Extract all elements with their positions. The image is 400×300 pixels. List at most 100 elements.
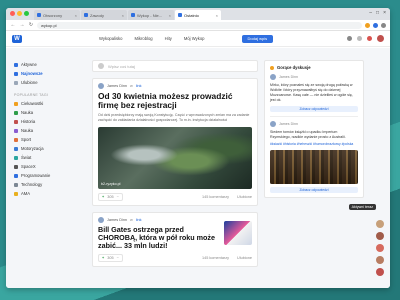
close-icon[interactable]: ×: [122, 13, 124, 18]
divider: [270, 116, 358, 118]
sidebar-tag[interactable]: SpaceX: [6, 162, 60, 171]
sidebar-tag[interactable]: Programowanie: [6, 171, 60, 180]
author-name[interactable]: James Dinn: [107, 84, 127, 88]
comments-link[interactable]: 145 komentarzy: [202, 256, 229, 260]
avatar[interactable]: [270, 121, 276, 128]
sidebar-item-newest[interactable]: Najnowsze: [6, 69, 60, 78]
nav-item[interactable]: Mój Wykop: [184, 36, 205, 41]
tag-label: Programowanie: [21, 173, 51, 178]
browser-tab[interactable]: Wykop - Nie... ×: [128, 10, 174, 20]
sidebar-tag[interactable]: Technology: [6, 180, 60, 189]
comments-link[interactable]: 145 komentarzy: [202, 195, 229, 199]
nav-item[interactable]: Mikroblog: [134, 36, 152, 41]
avatar[interactable]: [376, 244, 384, 252]
sidebar-item-active[interactable]: Aktywne: [6, 60, 60, 69]
sidebar-tag[interactable]: Motoryzacja: [6, 144, 60, 153]
sidebar-tag[interactable]: AMA: [6, 189, 60, 198]
forward-icon[interactable]: →: [19, 22, 25, 28]
avatar[interactable]: [98, 217, 104, 224]
favicon-icon: [131, 13, 135, 17]
entry-image[interactable]: [270, 149, 358, 184]
author-name[interactable]: James Dinn: [279, 122, 298, 126]
avatar[interactable]: [376, 220, 384, 228]
vote-widget: + 305 −: [98, 193, 123, 202]
downvote-icon[interactable]: −: [117, 256, 119, 260]
post-card: James Dinn w link Bill Gates ostrzega pr…: [92, 212, 258, 268]
sidebar-tag[interactable]: Sport: [6, 135, 60, 144]
header-icons: [347, 35, 384, 42]
nav-item[interactable]: Hity: [165, 36, 172, 41]
avatar[interactable]: [98, 83, 104, 89]
post-image[interactable]: b2-ryzyko.pl: [98, 127, 252, 190]
save-link[interactable]: Ulubione: [237, 256, 252, 260]
vote-widget: + 305 −: [98, 254, 123, 263]
reload-icon[interactable]: ↻: [28, 22, 34, 28]
sidebar-tag[interactable]: Nauka: [6, 108, 60, 117]
entry-meta: James Dinn: [270, 121, 358, 128]
close-icon[interactable]: ×: [216, 13, 218, 18]
browser-tab-active[interactable]: Ostatnio ×: [175, 10, 221, 20]
avatar[interactable]: [376, 268, 384, 276]
extension-icon[interactable]: [373, 22, 378, 28]
browser-tab[interactable]: Zawody ×: [81, 10, 127, 20]
post-tag[interactable]: link: [136, 218, 142, 222]
sidebar-tag[interactable]: Świat: [6, 153, 60, 162]
maximize-icon[interactable]: □: [376, 10, 379, 16]
entry-text: Mirku, który poznałeś się ze swoją drugą…: [270, 83, 353, 103]
composer-placeholder[interactable]: Wpisz coś tutaj: [108, 64, 135, 69]
clock-icon: [14, 71, 18, 76]
add-post-button[interactable]: Dodaj wpis: [241, 34, 274, 43]
window-dots: [10, 11, 29, 16]
sidebar-tag[interactable]: Ciekawostki: [6, 99, 60, 108]
downvote-icon[interactable]: −: [117, 195, 119, 199]
sidebar-item-favorites[interactable]: Ulubione: [6, 78, 60, 87]
browser-tab[interactable]: Otworzony ×: [34, 10, 80, 20]
sidebar-tag[interactable]: Historia: [6, 117, 60, 126]
see-replies-button[interactable]: Zobacz odpowiedzi: [270, 186, 358, 193]
messages-icon[interactable]: [357, 36, 362, 41]
post-tag[interactable]: link: [136, 84, 142, 88]
see-replies-button[interactable]: Zobacz odpowiedzi: [270, 106, 358, 113]
back-icon[interactable]: ←: [10, 22, 16, 28]
search-icon[interactable]: [347, 36, 352, 41]
post-links: 145 komentarzy Ulubione: [202, 256, 252, 260]
sidebar-tag[interactable]: Nauka: [6, 126, 60, 135]
upvote-icon[interactable]: +: [102, 256, 104, 260]
close-dot[interactable]: [10, 11, 15, 16]
tag-icon: [14, 182, 18, 187]
close-icon[interactable]: ×: [169, 13, 171, 18]
tag-label: Nauka: [21, 110, 34, 115]
star-icon[interactable]: [365, 22, 370, 28]
minimize-icon[interactable]: –: [369, 10, 372, 16]
menu-icon[interactable]: [381, 22, 386, 28]
avatar[interactable]: [270, 74, 276, 80]
post-title[interactable]: Od 30 kwietnia możesz prowadzić firmę be…: [98, 91, 252, 110]
site-header: W Wykopalisko Mikroblog Hity Mój Wykop D…: [6, 31, 390, 47]
composer[interactable]: Wpisz coś tutaj: [92, 60, 258, 72]
tooltip: Aktywni teraz: [348, 204, 376, 210]
tag-label: Historia: [21, 119, 36, 124]
close-icon[interactable]: ×: [75, 13, 77, 18]
post-in: w: [130, 84, 133, 88]
avatar[interactable]: [376, 256, 384, 264]
close-window-icon[interactable]: ×: [383, 10, 386, 16]
url-field[interactable]: wykop.pl: [37, 21, 362, 29]
author-name[interactable]: James Dinn: [107, 218, 127, 222]
top-nav: Wykopalisko Mikroblog Hity Mój Wykop: [99, 36, 205, 41]
tab-label: Wykop - Nie...: [137, 12, 163, 18]
maximize-dot[interactable]: [24, 11, 29, 16]
entry-tags[interactable]: #ksiazki #historia #heheszki #humorobraz…: [270, 142, 358, 147]
avatar[interactable]: [376, 232, 384, 240]
minimize-dot[interactable]: [17, 11, 22, 16]
nav-item[interactable]: Wykopalisko: [99, 36, 122, 41]
save-link[interactable]: Ulubione: [237, 195, 252, 199]
post-title[interactable]: Bill Gates ostrzega przed CHOROBĄ, która…: [98, 226, 220, 250]
author-name[interactable]: James Dinn: [279, 75, 298, 79]
logo[interactable]: W: [12, 34, 22, 43]
tag-label: Świat: [21, 155, 32, 160]
post-thumbnail[interactable]: [224, 221, 252, 246]
post-links: 145 komentarzy Ulubione: [202, 195, 252, 199]
user-avatar[interactable]: [377, 35, 384, 42]
notifications-icon[interactable]: [367, 36, 372, 41]
upvote-icon[interactable]: +: [102, 195, 104, 199]
